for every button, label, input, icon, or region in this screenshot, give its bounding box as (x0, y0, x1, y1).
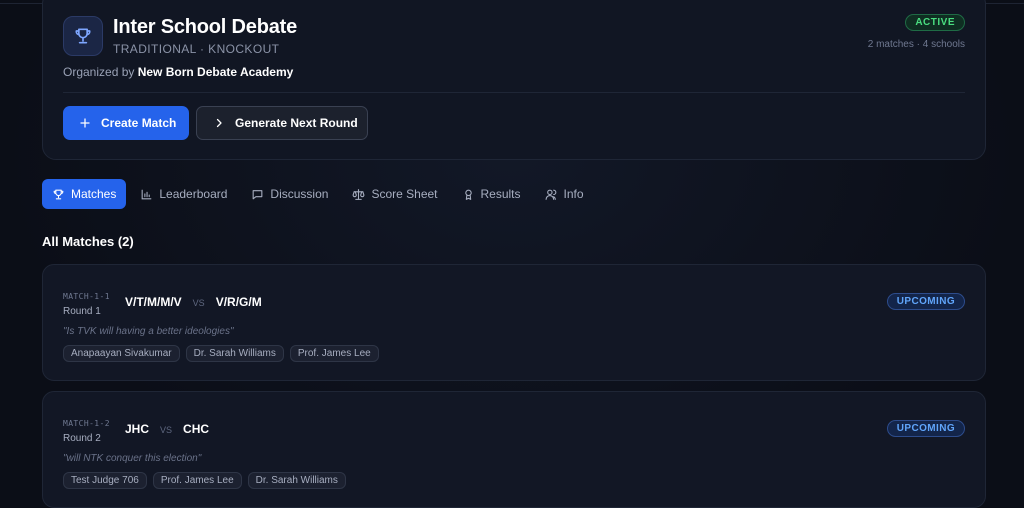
tab-score-sheet[interactable]: Score Sheet (342, 179, 447, 209)
team-b: CHC (183, 422, 210, 436)
match-status-badge: UPCOMING (886, 293, 965, 310)
tournament-header-card: Inter School Debate TRADITIONAL · KNOCKO… (42, 0, 986, 160)
tab-discussion[interactable]: Discussion (241, 179, 338, 209)
tab-info[interactable]: Info (535, 179, 594, 209)
scale-icon (352, 188, 365, 201)
match-status-badge: UPCOMING (886, 420, 965, 437)
organizer-name: New Born Debate Academy (137, 65, 294, 79)
judge-list: Anapaayan Sivakumar Dr. Sarah Williams P… (63, 345, 385, 362)
judge-chip: Prof. James Lee (152, 472, 242, 489)
match-teams: JHC VS CHC (125, 422, 209, 436)
tab-leaderboard[interactable]: Leaderboard (130, 179, 237, 209)
chevron-right-icon (213, 117, 225, 129)
team-b: V/R/G/M (215, 295, 262, 309)
organizer-prefix: Organized by (63, 65, 135, 79)
matches-section-title: All Matches (2) (42, 234, 134, 249)
match-round: Round 1 (63, 306, 101, 317)
chat-icon (251, 188, 264, 201)
match-round: Round 2 (63, 433, 101, 444)
judge-chip: Dr. Sarah Williams (185, 345, 284, 362)
organizer-line: Organized by New Born Debate Academy (63, 65, 293, 79)
match-code: MATCH-1-1 (63, 292, 110, 301)
tab-results[interactable]: Results (452, 179, 531, 209)
generate-next-round-button[interactable]: Generate Next Round (196, 106, 368, 140)
match-motion: "Is TVK will having a better ideologies" (63, 326, 234, 337)
judge-list: Test Judge 706 Prof. James Lee Dr. Sarah… (63, 472, 352, 489)
team-a: V/T/M/M/V (125, 295, 182, 309)
page-title: Inter School Debate (113, 16, 298, 38)
match-code: MATCH-1-2 (63, 419, 110, 428)
tab-label: Discussion (270, 187, 329, 201)
trophy-icon (52, 188, 65, 201)
match-card[interactable]: MATCH-1-1 Round 1 V/T/M/M/V VS V/R/G/M "… (42, 264, 986, 381)
create-match-label: Create Match (101, 116, 177, 130)
plus-icon (79, 117, 91, 129)
tab-matches[interactable]: Matches (42, 179, 127, 209)
tab-label: Leaderboard (159, 187, 228, 201)
users-icon (545, 188, 558, 201)
tournament-format: TRADITIONAL · KNOCKOUT (113, 42, 280, 56)
vs-label: VS (192, 298, 205, 308)
divider (63, 92, 965, 93)
tab-label: Score Sheet (371, 187, 438, 201)
judge-chip: Prof. James Lee (289, 345, 379, 362)
tab-bar: Matches Leaderboard Discussion Score She… (42, 179, 598, 209)
judge-chip: Test Judge 706 (63, 472, 147, 489)
award-icon (462, 188, 475, 201)
tournament-counts: 2 matches · 4 schools (867, 39, 965, 50)
judge-chip: Dr. Sarah Williams (247, 472, 346, 489)
match-card[interactable]: MATCH-1-2 Round 2 JHC VS CHC "will NTK c… (42, 391, 986, 508)
match-teams: V/T/M/M/V VS V/R/G/M (125, 295, 262, 309)
bar-chart-icon (140, 188, 153, 201)
status-badge: ACTIVE (905, 14, 965, 31)
generate-next-round-label: Generate Next Round (235, 116, 358, 130)
tab-label: Results (480, 187, 521, 201)
judge-chip: Anapaayan Sivakumar (63, 345, 180, 362)
tournament-logo (63, 16, 103, 56)
team-a: JHC (125, 422, 150, 436)
tab-label: Info (563, 187, 584, 201)
vs-label: VS (160, 425, 173, 435)
match-motion: "will NTK conquer this election" (63, 453, 202, 464)
tab-label: Matches (71, 187, 117, 201)
create-match-button[interactable]: Create Match (63, 106, 189, 140)
trophy-icon (75, 28, 91, 44)
